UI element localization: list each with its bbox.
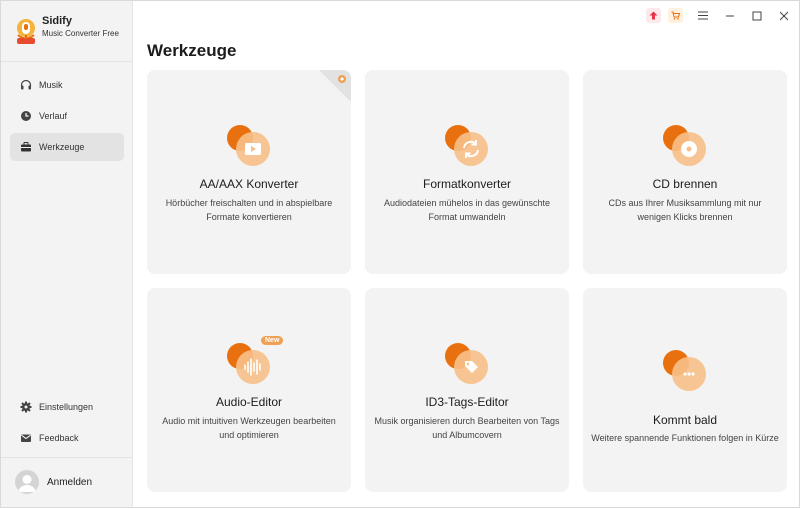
app-window: Sidify Music Converter Free Musik Verlau…	[0, 0, 800, 508]
sign-in-label: Anmelden	[47, 476, 93, 488]
card-description: Audiodateien mühelos in das gewünschte F…	[383, 198, 551, 222]
tool-card-cd-burn[interactable]: CD brennen CDs aus Ihrer Musiksammlung m…	[583, 70, 787, 274]
page-title: Werkzeuge	[147, 41, 237, 60]
sidebar: Sidify Music Converter Free Musik Verlau…	[1, 1, 133, 507]
upgrade-icon	[649, 11, 658, 20]
cart-icon	[671, 11, 680, 20]
app-subtitle: Music Converter Free	[42, 29, 119, 38]
clock-icon	[19, 110, 32, 123]
disc-icon	[663, 125, 706, 166]
card-description: Audio mit intuitiven Werkzeugen bearbeit…	[162, 416, 336, 440]
upgrade-button[interactable]	[646, 8, 661, 23]
menu-icon	[697, 11, 708, 20]
more-icon	[663, 350, 706, 391]
minimize-button[interactable]	[722, 8, 737, 23]
sidebar-item-feedback[interactable]: Feedback	[10, 424, 124, 452]
app-name: Sidify	[42, 15, 72, 27]
headphones-icon	[19, 79, 32, 92]
tool-card-coming-soon[interactable]: Kommt bald Weitere spannende Funktionen …	[583, 288, 787, 492]
sidify-logo-icon	[17, 19, 35, 44]
audiobook-play-icon	[227, 125, 270, 166]
premium-corner-icon	[319, 70, 351, 102]
card-title: Formatkonverter	[422, 177, 512, 191]
sidebar-item-einstellungen[interactable]: Einstellungen	[10, 393, 124, 421]
card-description: Weitere spannende Funktionen folgen in K…	[591, 433, 779, 443]
card-title: Kommt bald	[652, 413, 718, 427]
sidebar-item-label: Einstellungen	[39, 402, 94, 412]
close-icon	[779, 11, 788, 20]
sidebar-item-werkzeuge[interactable]: Werkzeuge	[10, 133, 124, 161]
tool-card-format-converter[interactable]: Formatkonverter Audiodateien mühelos in …	[365, 70, 569, 274]
card-description: CDs aus Ihrer Musiksammlung mit nur weni…	[608, 198, 762, 222]
sidebar-item-label: Musik	[39, 80, 63, 90]
store-button[interactable]	[668, 8, 683, 23]
maximize-icon	[752, 11, 761, 20]
sidebar-item-label: Verlauf	[39, 111, 68, 121]
sidebar-divider	[1, 61, 132, 62]
card-title: ID3-Tags-Editor	[425, 395, 509, 409]
sidebar-item-musik[interactable]: Musik	[10, 71, 124, 99]
titlebar-controls	[639, 8, 791, 23]
sidebar-item-verlauf[interactable]: Verlauf	[10, 102, 124, 130]
card-title: Audio-Editor	[215, 395, 283, 409]
tag-icon	[445, 343, 488, 384]
convert-icon	[445, 125, 488, 166]
tool-card-audio-editor[interactable]: New Audio-Editor Audio mit intuitiven We…	[147, 288, 351, 492]
mail-icon	[19, 432, 32, 445]
sidebar-divider	[1, 457, 132, 458]
avatar	[15, 470, 39, 494]
close-button[interactable]	[776, 8, 791, 23]
tool-card-aa-aax-converter[interactable]: AA/AAX Konverter Hörbücher freischalten …	[147, 70, 351, 274]
card-description: Hörbücher freischalten und in abspielbar…	[165, 198, 333, 222]
maximize-button[interactable]	[749, 8, 764, 23]
menu-button[interactable]	[695, 8, 710, 23]
user-icon	[18, 475, 36, 492]
sign-in-button[interactable]: Anmelden	[15, 470, 92, 494]
sidebar-item-label: Feedback	[39, 433, 79, 443]
brand: Sidify Music Converter Free	[13, 15, 119, 47]
sidebar-nav: Musik Verlauf Werkzeuge	[10, 71, 124, 164]
card-title: CD brennen	[652, 177, 718, 191]
sidebar-bottom-nav: Einstellungen Feedback	[10, 393, 124, 455]
card-description: Musik organisieren durch Bearbeiten von …	[374, 416, 560, 440]
sidebar-item-label: Werkzeuge	[39, 142, 85, 152]
gear-icon	[19, 401, 32, 414]
minimize-icon	[725, 15, 734, 16]
tool-card-id3-tag-editor[interactable]: ID3-Tags-Editor Musik organisieren durch…	[365, 288, 569, 492]
waveform-icon	[227, 343, 270, 384]
card-title: AA/AAX Konverter	[199, 177, 299, 191]
toolbox-icon	[19, 141, 32, 154]
